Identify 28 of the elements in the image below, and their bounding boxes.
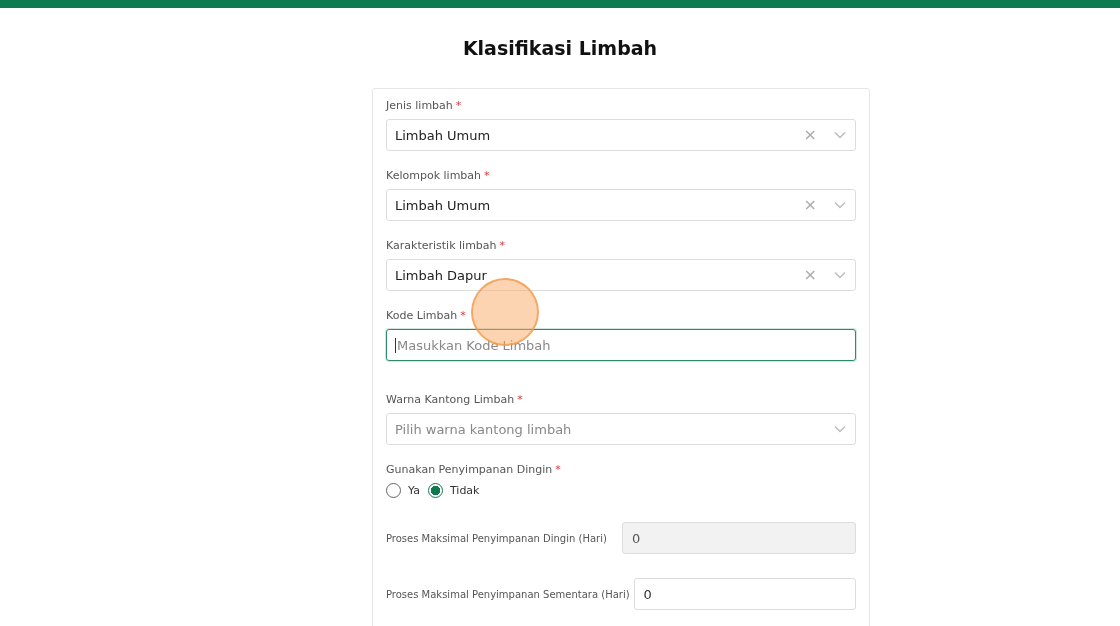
field-label: Karakteristik limbah [386,239,497,253]
chevron-down-icon [834,131,846,139]
required-mark: * [484,169,490,183]
chevron-down-icon [834,271,846,279]
required-mark: * [455,99,462,113]
chevron-down-icon [834,201,846,209]
input-field[interactable]: Masukkan Kode Limbah [386,329,856,361]
field-label: Proses Maksimal Penyimpanan Sementara (Hari) [386,588,630,600]
field-label: Kode Limbah [386,309,458,323]
number-field[interactable]: 0 [633,578,856,610]
field-label: Gunakan Penyimpanan Dingin [386,463,553,477]
select-field[interactable]: Limbah Umum × [386,119,856,151]
radio-label: Tidak [449,484,480,497]
select-field[interactable]: Pilih warna kantong limbah [386,413,856,445]
required-mark: * [499,239,506,253]
required-mark: * [555,463,561,477]
chevron-down-icon [834,425,846,433]
field-label: Jenis limbah [386,99,453,113]
radio-label: Ya [408,484,420,497]
page-title: Klasifikasi Limbah [461,37,659,59]
required-mark: * [460,309,466,323]
radio-button[interactable] [427,483,443,498]
field-label: Warna Kantong Limbah [386,393,515,407]
field-label: Proses Maksimal Penyimpanan Dingin (Hari) [386,532,607,544]
select-field[interactable]: Limbah Dapur × [386,259,856,291]
select-field[interactable]: Limbah Umum × [386,189,856,221]
field-label: Kelompok limbah [386,169,482,183]
required-mark: * [517,393,523,407]
